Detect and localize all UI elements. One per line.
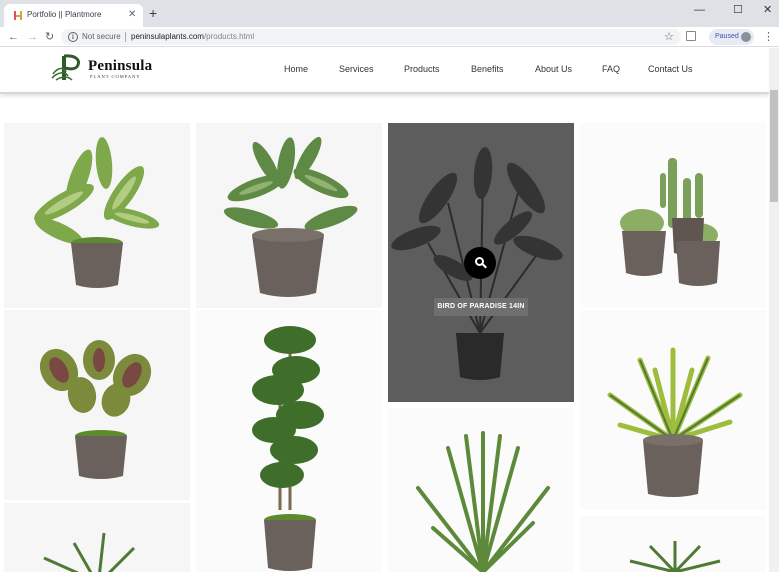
page-viewport: Peninsula PLANT COMPANY Home Services Pr… (0, 48, 779, 572)
plant-favicon-icon (14, 11, 22, 20)
product-tile[interactable] (4, 123, 190, 308)
logo-brand: Peninsula (88, 58, 153, 74)
browser-menu-icon[interactable]: ⋮ (763, 29, 774, 45)
address-bar[interactable]: i Not secure peninsulaplants.com/product… (61, 29, 681, 45)
product-tile[interactable] (4, 310, 190, 500)
back-button[interactable]: ← (8, 29, 19, 45)
minimize-button[interactable]: — (694, 3, 705, 17)
tab-title: Portfolio || Plantmore (27, 10, 102, 19)
address-toolbar: ← → ↻ i Not secure peninsulaplants.com/p… (0, 27, 779, 47)
cactus-succulent-trio-image (620, 158, 720, 286)
browser-tab[interactable]: Portfolio || Plantmore ✕ (4, 4, 143, 27)
logo-tagline: PLANT COMPANY (90, 74, 141, 79)
product-tile[interactable] (196, 123, 382, 308)
dracaena-janet-craig-plant-image (252, 326, 324, 571)
palm-leaf-logo-icon (51, 54, 80, 81)
profile-status: Paused (715, 33, 739, 40)
bookmark-star-icon[interactable]: ☆ (664, 29, 674, 45)
product-tile-hovered[interactable]: BIRD OF PARADISE 14IN (388, 123, 574, 402)
extension-icon[interactable] (686, 31, 696, 41)
nav-services[interactable]: Services (339, 64, 374, 74)
url-text[interactable]: peninsulaplants.com/products.html (131, 31, 254, 43)
product-tile[interactable] (580, 123, 766, 308)
zoom-search-button[interactable] (464, 247, 496, 279)
dracaena-plant-image (43, 532, 136, 572)
product-tile[interactable] (388, 408, 574, 572)
product-tile[interactable] (196, 310, 382, 572)
dracaena-warneckii-plant-image (416, 431, 550, 572)
aglaonema-plant-image (34, 137, 160, 288)
product-tile[interactable] (4, 503, 190, 572)
profile-button[interactable]: Paused (709, 29, 754, 45)
spiky-plant-image (629, 541, 721, 572)
info-icon[interactable]: i (68, 32, 78, 42)
nav-home[interactable]: Home (284, 64, 308, 74)
url-path: /products.html (203, 32, 255, 41)
avatar (741, 32, 751, 42)
nav-about-us[interactable]: About Us (535, 64, 572, 74)
omnibox-divider (125, 32, 126, 42)
site-header: Peninsula PLANT COMPANY Home Services Pr… (0, 48, 769, 94)
nav-products[interactable]: Products (404, 64, 440, 74)
product-caption[interactable]: BIRD OF PARADISE 14IN (434, 298, 528, 316)
forward-button[interactable]: → (27, 29, 38, 45)
chinese-evergreen-plant-image (223, 136, 358, 297)
page-scrollbar[interactable] (769, 48, 779, 572)
nav-benefits[interactable]: Benefits (471, 64, 504, 74)
url-host: peninsulaplants.com (131, 32, 204, 41)
browser-tab-strip: Portfolio || Plantmore ✕ + — ☐ ✕ (0, 0, 779, 27)
lemon-lime-dracaena-image (607, 347, 743, 497)
maximize-button[interactable]: ☐ (733, 3, 743, 17)
tab-close-icon[interactable]: ✕ (128, 8, 136, 22)
close-window-button[interactable]: ✕ (763, 3, 772, 17)
nav-contact-us[interactable]: Contact Us (648, 64, 693, 74)
calathea-plant-image (39, 340, 152, 479)
security-status: Not secure (82, 32, 121, 41)
site-logo[interactable]: Peninsula PLANT COMPANY (50, 52, 160, 82)
reload-button[interactable]: ↻ (45, 29, 54, 45)
product-tile[interactable] (580, 516, 766, 572)
product-tile[interactable] (580, 310, 766, 510)
new-tab-button[interactable]: + (149, 6, 157, 20)
scrollbar-thumb[interactable] (770, 90, 778, 202)
nav-faq[interactable]: FAQ (602, 64, 620, 74)
